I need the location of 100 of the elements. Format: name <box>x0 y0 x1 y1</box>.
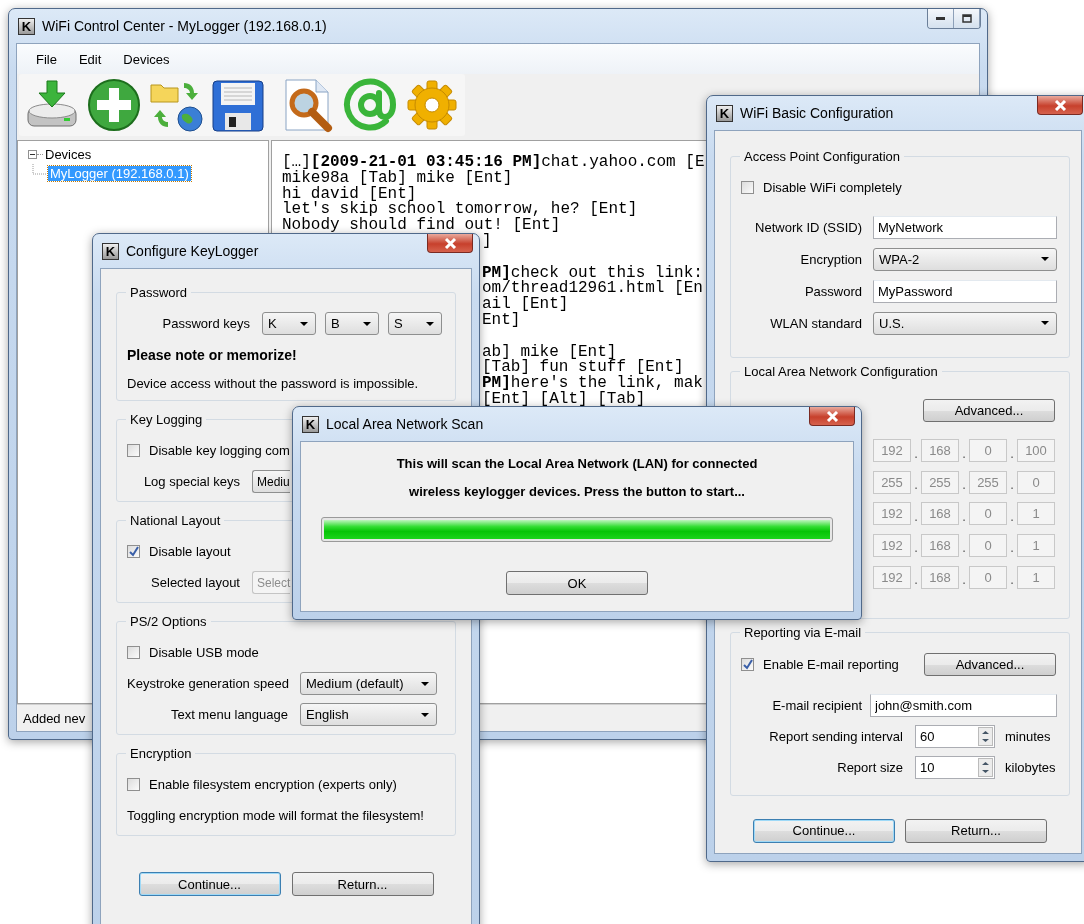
checkbox[interactable] <box>127 545 140 558</box>
ip-separator: . <box>913 508 919 526</box>
add-icon <box>86 77 142 133</box>
dropdown[interactable]: B <box>325 312 379 335</box>
ip-separator: . <box>1009 508 1015 526</box>
ip-separator: . <box>1009 445 1015 463</box>
caret-icon <box>300 321 308 326</box>
minimize-button[interactable] <box>928 9 954 28</box>
ip-separator: . <box>913 571 919 589</box>
close-icon <box>1053 99 1067 111</box>
dropdown[interactable]: Medium (default) <box>300 672 437 695</box>
field-label: Log special keys <box>142 474 240 489</box>
checkbox[interactable] <box>127 778 140 791</box>
log-line: […][2009-21-01 03:45:16 PM]chat.yahoo.com [E <box>282 155 705 171</box>
field-label: Password <box>803 283 862 299</box>
close-button[interactable] <box>809 407 855 426</box>
group-title: Key Logging <box>129 412 204 427</box>
dropdown[interactable]: English <box>300 703 437 726</box>
log-line: PM]here's the link, mak <box>482 376 703 392</box>
checkbox-label: Enable E-mail reporting <box>763 657 899 673</box>
unit-label: minutes <box>1005 728 1051 744</box>
checkbox-label: Disable layout <box>149 544 231 559</box>
group-title: Encryption <box>129 746 193 761</box>
menu-item[interactable]: Edit <box>69 49 111 69</box>
ip-separator: . <box>1009 540 1015 558</box>
field-label: Report sending interval <box>768 728 903 744</box>
group-title: National Layout <box>129 513 222 528</box>
number-spinner[interactable]: 10 <box>915 755 995 779</box>
ip-separator: . <box>961 477 967 495</box>
text-field[interactable]: MyPassword <box>873 279 1057 303</box>
group-title: Reporting via E-mail <box>743 624 863 640</box>
maximize-button[interactable] <box>954 9 980 28</box>
ok-button[interactable]: OK <box>506 571 648 595</box>
at-sign-icon <box>342 77 398 133</box>
dialog-button[interactable]: Return... <box>291 872 434 896</box>
caret-icon <box>426 321 434 326</box>
dropdown[interactable]: K <box>262 312 316 335</box>
group-title: Password <box>129 285 189 300</box>
app-icon: K <box>302 415 319 433</box>
save-icon <box>210 77 266 133</box>
ip-separator: . <box>961 508 967 526</box>
ip-separator: . <box>913 477 919 495</box>
app-icon: K <box>18 17 35 35</box>
dropdown[interactable]: U.S. <box>873 311 1057 335</box>
close-button[interactable] <box>1037 96 1083 115</box>
caret-icon <box>1041 257 1049 261</box>
dialog-button[interactable]: Continue... <box>753 818 895 843</box>
log-line: Nobody should find out! [Ent] <box>282 218 561 234</box>
menu-item[interactable]: File <box>27 49 66 69</box>
field-label: WLAN standard <box>769 315 862 331</box>
caret-icon <box>1041 321 1049 325</box>
checkbox-label: Enable filesystem encryption (experts only) <box>149 777 397 792</box>
app-icon: K <box>102 242 119 260</box>
ip-separator: . <box>1009 477 1015 495</box>
caret-icon <box>421 681 429 686</box>
app-icon: K <box>716 104 733 122</box>
warning-text: Please note or memorize! <box>127 346 297 363</box>
maximize-icon <box>961 14 972 23</box>
checkbox[interactable] <box>741 658 754 672</box>
checkbox[interactable] <box>127 444 140 457</box>
dropdown[interactable]: Mediu <box>252 470 290 493</box>
collapse-icon[interactable] <box>28 150 37 159</box>
field-label: Password keys <box>161 316 250 331</box>
advanced-button[interactable]: Advanced... <box>924 653 1056 677</box>
tree-item[interactable]: Devices <box>43 147 94 162</box>
warning-text: Toggling encryption mode will format the filesystem! <box>127 808 424 823</box>
menu-item[interactable]: Devices <box>114 49 179 69</box>
dialog-button[interactable]: Return... <box>905 818 1047 843</box>
checkbox-label: Disable USB mode <box>149 645 259 660</box>
dialog-button[interactable]: Continue... <box>138 872 281 896</box>
spin-arrows-icon[interactable] <box>978 726 993 746</box>
log-line: ail [Ent] <box>482 297 569 313</box>
number-spinner[interactable]: 60 <box>915 724 995 748</box>
advanced-button[interactable]: Advanced... <box>923 398 1055 422</box>
close-button[interactable] <box>427 234 473 253</box>
field-label: Keystroke generation speed <box>127 676 288 691</box>
checkbox-label: Disable key logging com <box>149 443 290 458</box>
group-title: Local Area Network Configuration <box>743 364 939 379</box>
hint-text: Device access without the password is impossible. <box>127 375 419 391</box>
checkbox[interactable] <box>127 646 140 659</box>
window-title: WiFi Control Center - MyLogger (192.168.0.1) <box>42 18 327 34</box>
email-field[interactable]: john@smith.com <box>870 693 1057 717</box>
log-line: ] <box>482 234 492 250</box>
field-label: Selected layout <box>150 575 240 590</box>
tree-line <box>32 164 46 178</box>
checkbox[interactable] <box>741 181 754 194</box>
unit-label: kilobytes <box>1005 759 1056 775</box>
log-line: [Ent] [Alt] [Tab] <box>482 391 646 408</box>
ip-separator: . <box>913 445 919 463</box>
caret-icon <box>421 712 429 717</box>
settings-icon <box>404 77 460 133</box>
spin-arrows-icon[interactable] <box>978 757 993 777</box>
text-field[interactable]: MyNetwork <box>873 215 1057 239</box>
field-label: Encryption <box>799 251 862 267</box>
dropdown[interactable]: WPA-2 <box>873 247 1057 271</box>
field-label: Text menu language <box>169 707 288 722</box>
dropdown[interactable]: S <box>388 312 442 335</box>
status-text: Added nev <box>23 710 86 726</box>
close-icon <box>443 237 457 249</box>
window-title: Local Area Network Scan <box>326 416 484 432</box>
